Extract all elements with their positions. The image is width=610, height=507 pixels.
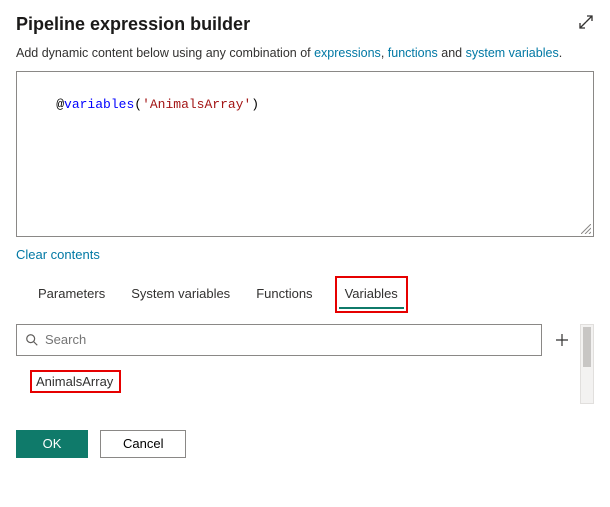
tab-parameters[interactable]: Parameters <box>38 280 105 309</box>
code-at: @ <box>56 97 64 112</box>
search-icon <box>25 333 39 347</box>
link-expressions[interactable]: expressions <box>314 46 381 60</box>
add-button[interactable] <box>552 324 572 356</box>
search-box[interactable] <box>16 324 542 356</box>
code-string: 'AnimalsArray' <box>142 97 251 112</box>
expand-icon[interactable] <box>578 14 594 30</box>
code-function: variables <box>64 97 134 112</box>
link-functions[interactable]: functions <box>388 46 438 60</box>
search-input[interactable] <box>45 332 533 347</box>
desc-sep2: and <box>438 46 466 60</box>
tab-system-variables[interactable]: System variables <box>131 280 230 309</box>
description-text: Add dynamic content below using any comb… <box>16 45 594 63</box>
code-open-paren: ( <box>134 97 142 112</box>
scrollbar[interactable] <box>580 324 594 404</box>
desc-prefix: Add dynamic content below using any comb… <box>16 46 314 60</box>
cancel-button[interactable]: Cancel <box>100 430 186 458</box>
tabs: Parameters System variables Functions Va… <box>16 280 594 310</box>
expression-editor[interactable]: @variables('AnimalsArray') <box>16 71 594 237</box>
desc-sep1: , <box>381 46 388 60</box>
page-title: Pipeline expression builder <box>16 14 250 35</box>
tab-functions[interactable]: Functions <box>256 280 312 309</box>
ok-button[interactable]: OK <box>16 430 88 458</box>
tab-variables[interactable]: Variables <box>339 280 404 309</box>
desc-suffix: . <box>559 46 562 60</box>
code-close-paren: ) <box>251 97 259 112</box>
clear-contents-link[interactable]: Clear contents <box>16 247 100 262</box>
variable-item-animalsarray[interactable]: AnimalsArray <box>32 372 119 391</box>
scrollbar-thumb[interactable] <box>583 327 591 367</box>
plus-icon <box>555 333 569 347</box>
link-system-variables[interactable]: system variables <box>466 46 559 60</box>
